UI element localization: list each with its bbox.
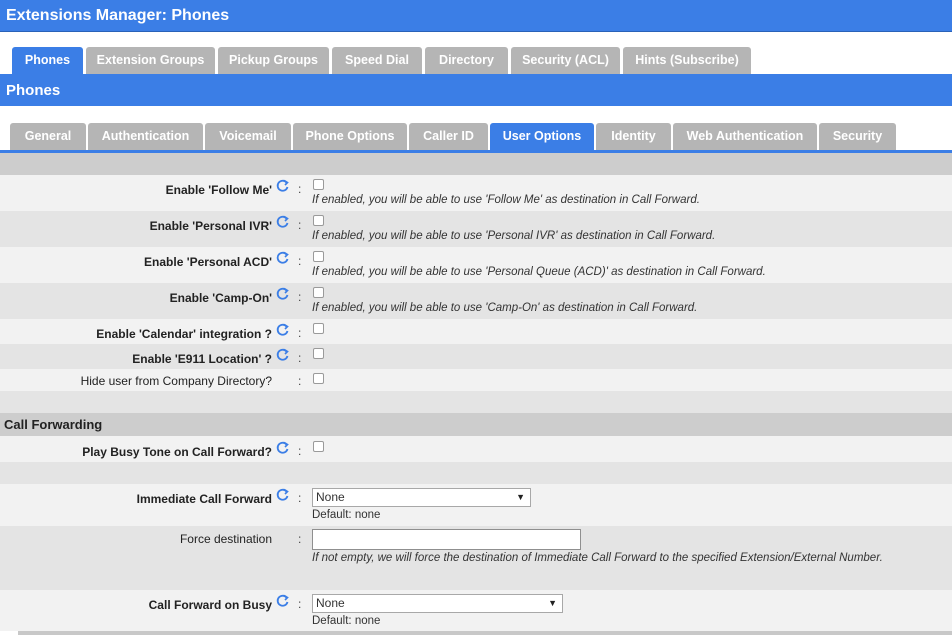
section-header: Phones xyxy=(0,77,952,106)
colon: : xyxy=(298,491,302,505)
refresh-help-icon[interactable] xyxy=(276,215,290,229)
refresh-help-icon[interactable] xyxy=(276,179,290,193)
tab-extension-groups[interactable]: Extension Groups xyxy=(86,47,215,74)
personal-acd-label: Enable 'Personal ACD' xyxy=(144,255,272,269)
forward-on-busy-select[interactable]: None ▼ xyxy=(312,594,563,613)
follow-me-checkbox[interactable] xyxy=(313,179,324,190)
camp-on-checkbox[interactable] xyxy=(313,287,324,298)
row-personal-acd: Enable 'Personal ACD' : If enabled, you … xyxy=(0,247,952,283)
row-forward-on-busy: Call Forward on Busy : None ▼ Default: n… xyxy=(0,590,952,631)
tab-voicemail[interactable]: Voicemail xyxy=(205,123,291,150)
tab-hints-subscribe[interactable]: Hints (Subscribe) xyxy=(623,47,751,74)
colon: : xyxy=(298,374,302,388)
personal-ivr-label: Enable 'Personal IVR' xyxy=(149,219,272,233)
main-tab-bar: Phones Extension Groups Pickup Groups Sp… xyxy=(0,44,952,77)
spacer-row xyxy=(0,568,952,590)
immediate-forward-select[interactable]: None ▼ xyxy=(312,488,531,507)
refresh-help-icon[interactable] xyxy=(276,441,290,455)
row-follow-me: Enable 'Follow Me' : If enabled, you wil… xyxy=(0,175,952,211)
chevron-down-icon: ▼ xyxy=(548,598,557,608)
e911-checkbox[interactable] xyxy=(313,348,324,359)
spacer-band xyxy=(0,153,952,175)
horizontal-scrollbar[interactable] xyxy=(18,631,952,635)
tab-phone-options[interactable]: Phone Options xyxy=(293,123,407,150)
force-destination-label: Force destination xyxy=(179,532,272,546)
spacer-row xyxy=(0,462,952,484)
hide-directory-label: Hide user from Company Directory? xyxy=(80,374,272,388)
immediate-forward-label: Immediate Call Forward xyxy=(136,492,272,506)
row-busy-tone: Play Busy Tone on Call Forward? : xyxy=(0,436,952,462)
row-hide-directory: Hide user from Company Directory? : xyxy=(0,369,952,391)
forward-on-busy-value: None xyxy=(316,596,345,610)
colon: : xyxy=(298,326,302,340)
tab-web-authentication[interactable]: Web Authentication xyxy=(673,123,817,150)
personal-acd-hint: If enabled, you will be able to use 'Per… xyxy=(312,266,766,278)
row-calendar: Enable 'Calendar' integration ? : xyxy=(0,319,952,344)
sub-tab-bar: General Authentication Voicemail Phone O… xyxy=(0,120,952,153)
colon: : xyxy=(298,351,302,365)
force-destination-hint: If not empty, we will force the destinat… xyxy=(312,552,883,564)
refresh-help-icon[interactable] xyxy=(276,488,290,502)
row-e911: Enable 'E911 Location' ? : xyxy=(0,344,952,369)
refresh-help-icon[interactable] xyxy=(276,594,290,608)
tab-security-acl[interactable]: Security (ACL) xyxy=(511,47,620,74)
refresh-help-icon[interactable] xyxy=(276,323,290,337)
personal-acd-checkbox[interactable] xyxy=(313,251,324,262)
tab-general[interactable]: General xyxy=(10,123,86,150)
personal-ivr-hint: If enabled, you will be able to use 'Per… xyxy=(312,230,716,242)
tab-pickup-groups[interactable]: Pickup Groups xyxy=(218,47,329,74)
tab-speed-dial[interactable]: Speed Dial xyxy=(332,47,422,74)
colon: : xyxy=(298,182,302,196)
e911-label: Enable 'E911 Location' ? xyxy=(132,352,272,366)
colon: : xyxy=(298,254,302,268)
window-title-bar: Extensions Manager: Phones xyxy=(0,0,952,32)
row-force-destination: Force destination : If not empty, we wil… xyxy=(0,526,952,568)
refresh-help-icon[interactable] xyxy=(276,348,290,362)
refresh-help-icon[interactable] xyxy=(276,287,290,301)
call-forwarding-title: Call Forwarding xyxy=(4,417,103,432)
forward-on-busy-label: Call Forward on Busy xyxy=(148,598,272,612)
colon: : xyxy=(298,597,302,611)
hide-directory-checkbox[interactable] xyxy=(313,373,324,384)
row-camp-on: Enable 'Camp-On' : If enabled, you will … xyxy=(0,283,952,319)
camp-on-hint: If enabled, you will be able to use 'Cam… xyxy=(312,302,698,314)
tab-caller-id[interactable]: Caller ID xyxy=(409,123,488,150)
row-immediate-forward: Immediate Call Forward : None ▼ Default:… xyxy=(0,484,952,526)
immediate-forward-default: Default: none xyxy=(312,509,381,521)
calendar-label: Enable 'Calendar' integration ? xyxy=(96,327,272,341)
force-destination-input[interactable] xyxy=(312,529,581,550)
window-title: Extensions Manager: Phones xyxy=(6,7,230,24)
busy-tone-checkbox[interactable] xyxy=(313,441,324,452)
row-personal-ivr: Enable 'Personal IVR' : If enabled, you … xyxy=(0,211,952,247)
colon: : xyxy=(298,532,302,546)
section-title: Phones xyxy=(6,82,61,99)
tab-identity[interactable]: Identity xyxy=(596,123,671,150)
chevron-down-icon: ▼ xyxy=(516,492,525,502)
busy-tone-label: Play Busy Tone on Call Forward? xyxy=(82,445,272,459)
tab-user-options[interactable]: User Options xyxy=(490,123,594,150)
colon: : xyxy=(298,290,302,304)
colon: : xyxy=(298,218,302,232)
tab-authentication[interactable]: Authentication xyxy=(88,123,203,150)
personal-ivr-checkbox[interactable] xyxy=(313,215,324,226)
immediate-forward-value: None xyxy=(316,490,345,504)
follow-me-label: Enable 'Follow Me' xyxy=(165,183,272,197)
tab-directory[interactable]: Directory xyxy=(425,47,508,74)
refresh-help-icon[interactable] xyxy=(276,251,290,265)
tab-phones[interactable]: Phones xyxy=(12,47,83,74)
call-forwarding-header: Call Forwarding xyxy=(0,413,952,436)
forward-on-busy-default: Default: none xyxy=(312,615,381,627)
follow-me-hint: If enabled, you will be able to use 'Fol… xyxy=(312,194,700,206)
tab-security[interactable]: Security xyxy=(819,123,896,150)
camp-on-label: Enable 'Camp-On' xyxy=(169,291,272,305)
calendar-checkbox[interactable] xyxy=(313,323,324,334)
colon: : xyxy=(298,444,302,458)
spacer-row xyxy=(0,391,952,413)
